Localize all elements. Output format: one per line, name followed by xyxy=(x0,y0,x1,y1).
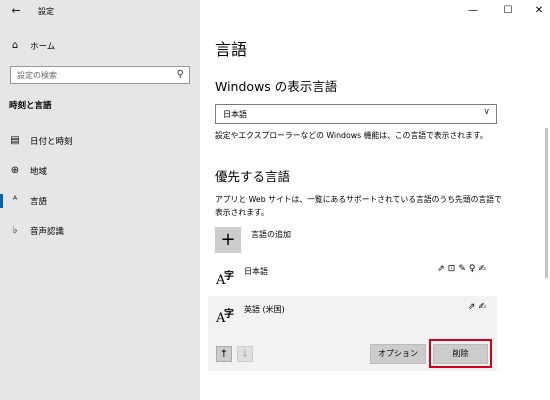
sidebar-item-label: 言語 xyxy=(30,197,48,207)
search-placeholder: 設定の検索 xyxy=(17,71,57,80)
search-input[interactable]: 設定の検索 ⚲ xyxy=(10,66,190,84)
plus-icon: + xyxy=(215,227,241,253)
preferred-languages-heading: 優先する言語 xyxy=(215,169,291,184)
sidebar: ← 設定 ⌂ ホーム 設定の検索 ⚲ 時刻と言語 ▤ 日付と時刻 ⊕ 地域 ᴬ … xyxy=(0,0,200,400)
add-language-button[interactable]: + 言語の追加 xyxy=(215,227,415,253)
language-glyph-icon: A 字 xyxy=(216,305,238,327)
language-features-icons: ⇗✍ xyxy=(467,302,489,312)
sidebar-item-language[interactable]: ᴬ 言語 xyxy=(0,189,200,213)
selected-value: 日本語 xyxy=(223,110,247,119)
page-title: 言語 xyxy=(215,40,248,59)
language-name: 英語 (米国) xyxy=(244,305,285,314)
back-button[interactable]: ← xyxy=(8,3,24,19)
language-glyph-icon: A 字 xyxy=(216,267,238,289)
move-up-button[interactable]: ↑ xyxy=(216,346,232,362)
home-icon: ⌂ xyxy=(11,40,19,51)
sidebar-item-date-time[interactable]: ▤ 日付と時刻 xyxy=(0,129,200,153)
calendar-clock-icon: ▤ xyxy=(10,135,20,146)
glyph-ji: 字 xyxy=(224,309,234,320)
language-item-japanese[interactable]: A 字 日本語 ⇗⊡✎♀✍ xyxy=(208,258,497,296)
sidebar-item-speech[interactable]: ♭ 音声認識 xyxy=(0,219,200,243)
sidebar-item-region[interactable]: ⊕ 地域 xyxy=(0,159,200,183)
close-button[interactable]: ✕ xyxy=(530,3,548,19)
app-title: 設定 xyxy=(38,7,54,16)
language-icon: ᴬ xyxy=(12,195,18,206)
title-bar: ← 設定 xyxy=(0,0,200,22)
glyph-ji: 字 xyxy=(224,271,234,282)
minimize-button[interactable]: — xyxy=(464,3,482,19)
microphone-icon: ♭ xyxy=(12,225,18,236)
preferred-languages-description: アプリと Web サイトは、一覧にあるサポートされている言語のうち先頭の言語で表… xyxy=(215,195,502,217)
options-button[interactable]: オプション xyxy=(370,344,426,364)
maximize-button[interactable]: ☐ xyxy=(499,3,517,19)
display-language-select[interactable]: 日本語 ∨ xyxy=(215,104,497,124)
display-language-heading: Windows の表示言語 xyxy=(215,79,338,94)
add-language-label: 言語の追加 xyxy=(251,230,291,239)
remove-button-highlight xyxy=(429,339,492,368)
globe-icon: ⊕ xyxy=(10,165,20,176)
sidebar-item-label: 日付と時刻 xyxy=(30,137,73,147)
language-name: 日本語 xyxy=(244,267,268,276)
sidebar-item-home[interactable]: ⌂ ホーム xyxy=(0,34,200,58)
main-content: — ☐ ✕ 言語 Windows の表示言語 日本語 ∨ 設定やエクスプローラー… xyxy=(200,0,550,400)
section-heading: 時刻と言語 xyxy=(9,101,52,111)
move-down-button[interactable]: ↓ xyxy=(237,346,253,362)
sidebar-item-label: ホーム xyxy=(30,42,56,52)
display-language-description: 設定やエクスプローラーなどの Windows 機能は、この言語で表示されます。 xyxy=(215,131,488,140)
scrollbar[interactable] xyxy=(545,128,548,278)
search-icon[interactable]: ⚲ xyxy=(177,69,184,81)
chevron-down-icon: ∨ xyxy=(483,107,490,117)
language-item-english-us[interactable]: A 字 英語 (米国) ⇗✍ ↑ ↓ オプション 削除 xyxy=(208,296,497,371)
sidebar-item-label: 音声認識 xyxy=(30,227,65,237)
language-features-icons: ⇗⊡✎♀✍ xyxy=(437,264,489,274)
sidebar-item-label: 地域 xyxy=(30,167,48,177)
active-indicator xyxy=(0,194,3,208)
